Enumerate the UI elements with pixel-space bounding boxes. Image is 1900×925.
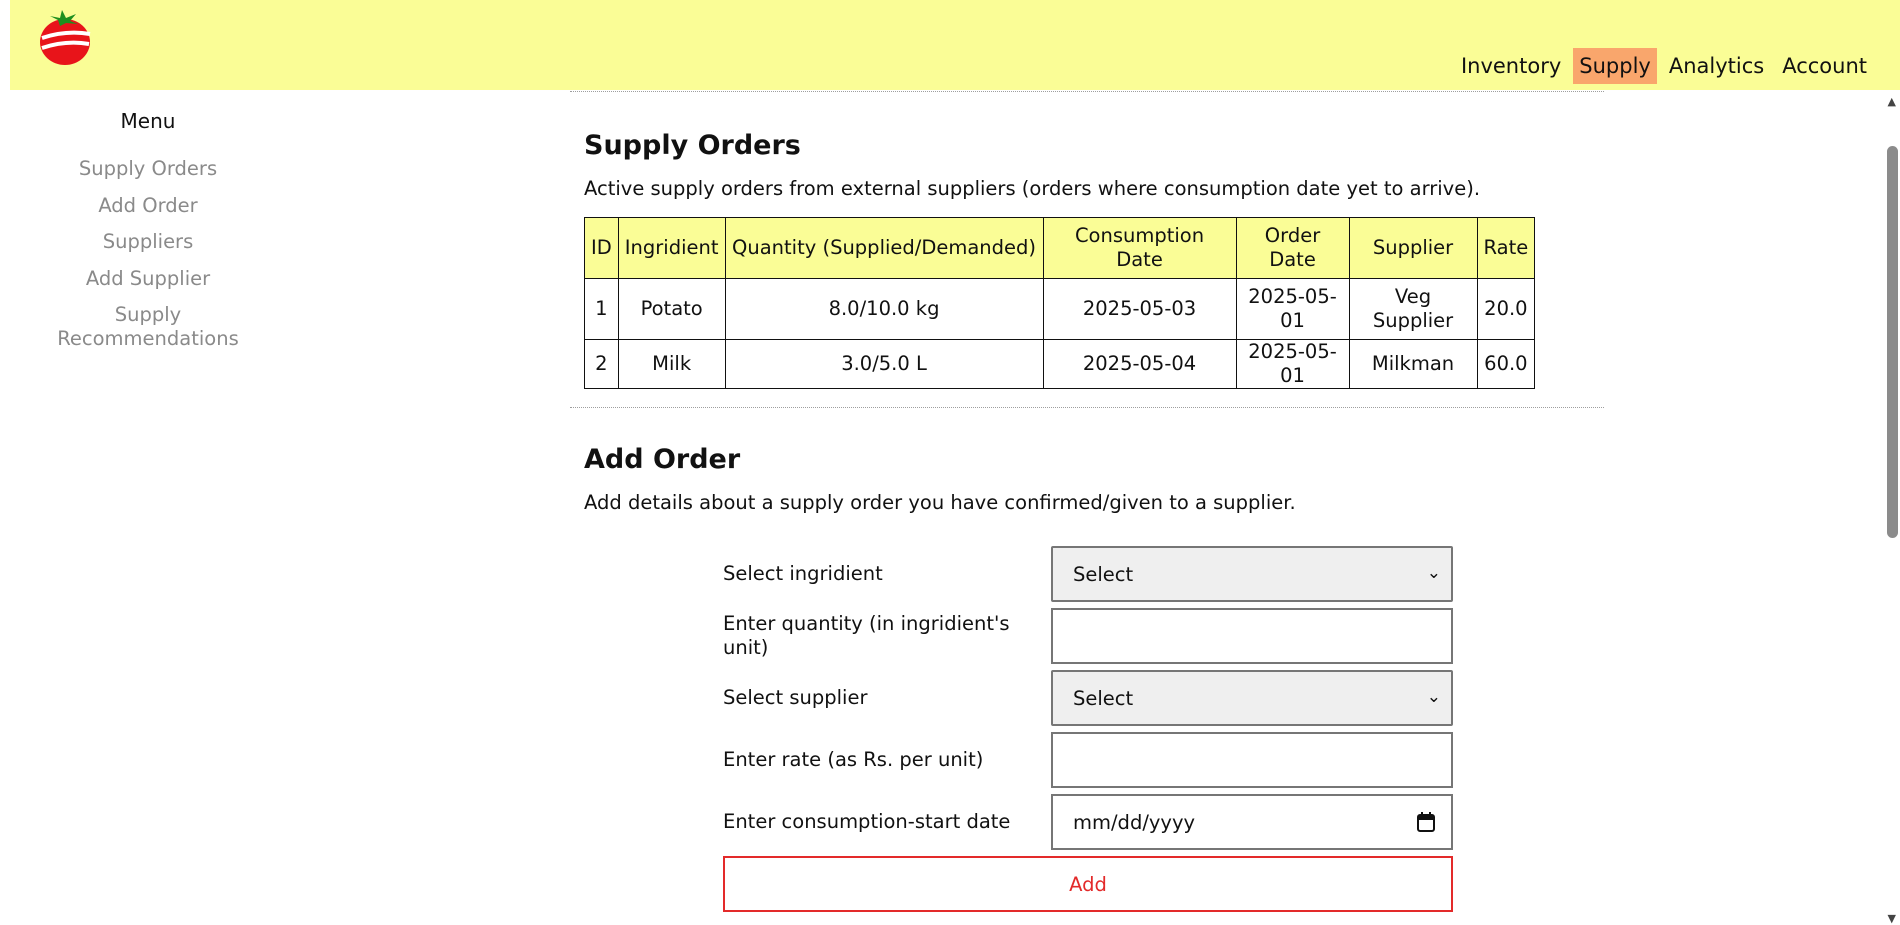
col-ingredient: Ingridient [617,217,726,279]
sidebar-menu: Menu Supply Orders Add Order Suppliers A… [0,90,296,364]
ingredient-select-value: Select [1073,562,1134,586]
cell-supplier: Veg Supplier [1348,278,1478,340]
section-divider [570,91,1604,92]
table-row: 1 Potato 8.0/10.0 kg 2025-05-03 2025-05-… [584,278,1536,340]
chevron-down-icon: ⌄ [1426,687,1441,707]
quantity-label: Enter quantity (in ingridient's unit) [723,612,1010,659]
calendar-icon[interactable] [1417,812,1435,832]
cell-rate: 60.0 [1476,339,1536,389]
cell-consumption-date: 2025-05-03 [1042,278,1237,340]
rate-input[interactable] [1051,732,1453,788]
col-consumption-date: Consumption Date [1042,217,1237,279]
form-row-rate: Enter rate (as Rs. per unit) [723,732,1453,788]
quantity-input[interactable] [1051,608,1453,664]
sidebar-item-add-supplier[interactable]: Add Supplier [33,267,263,291]
date-label: Enter consumption-start date [723,810,1011,833]
add-order-description: Add details about a supply order you hav… [584,491,1296,514]
form-row-ingredient: Select ingridient Select ⌄ [723,546,1453,602]
consumption-date-input[interactable]: mm/dd/yyyy [1051,794,1453,850]
scrollbar-thumb[interactable] [1887,146,1898,538]
table-row: 2 Milk 3.0/5.0 L 2025-05-04 2025-05-01 M… [584,339,1536,389]
cell-order-date: 2025-05-01 [1235,339,1350,389]
ingredient-label: Select ingridient [723,562,883,585]
rate-label: Enter rate (as Rs. per unit) [723,748,984,771]
top-nav: Inventory Supply Analytics Account [1449,48,1873,84]
table-header-row: ID Ingridient Quantity (Supplied/Demande… [584,217,1536,279]
section-divider [570,407,1604,408]
supplier-label: Select supplier [723,686,868,709]
cell-id: 2 [584,339,619,389]
date-placeholder: mm/dd/yyyy [1073,810,1196,834]
cell-id: 1 [584,278,619,340]
menu-title: Menu [120,109,176,133]
nav-inventory[interactable]: Inventory [1455,48,1567,84]
col-quantity: Quantity (Supplied/Demanded) [724,217,1044,279]
cell-supplier: Milkman [1348,339,1478,389]
supply-orders-section: Supply Orders Active supply orders from … [570,129,1604,389]
col-rate: Rate [1476,217,1536,279]
tomato-logo-icon[interactable] [28,4,98,68]
supply-orders-table: ID Ingridient Quantity (Supplied/Demande… [584,217,1536,389]
nav-supply[interactable]: Supply [1573,48,1657,84]
col-order-date: Order Date [1235,217,1350,279]
sidebar-item-suppliers[interactable]: Suppliers [33,230,263,254]
cell-quantity: 3.0/5.0 L [724,339,1044,389]
nav-analytics[interactable]: Analytics [1663,48,1770,84]
col-id: ID [584,217,619,279]
add-order-title: Add Order [584,444,741,475]
form-row-quantity: Enter quantity (in ingridient's unit) [723,608,1453,664]
sidebar-item-add-order[interactable]: Add Order [33,194,263,218]
col-supplier: Supplier [1348,217,1478,279]
nav-account[interactable]: Account [1776,48,1873,84]
scroll-down-arrow-icon[interactable]: ▼ [1888,912,1896,925]
scroll-up-arrow-icon[interactable]: ▲ [1888,95,1896,108]
supplier-select-value: Select [1073,686,1134,710]
sidebar-item-supply-recommendations[interactable]: Supply Recommendations [33,303,263,351]
supplier-select[interactable]: Select ⌄ [1051,670,1453,726]
add-order-section: Add Order Add details about a supply ord… [570,443,1604,516]
cell-ingredient: Potato [617,278,726,340]
cell-quantity: 8.0/10.0 kg [724,278,1044,340]
main-content: Supply Orders Active supply orders from … [570,91,1604,516]
form-row-supplier: Select supplier Select ⌄ [723,670,1453,726]
sidebar-item-supply-orders[interactable]: Supply Orders [33,157,263,181]
cell-consumption-date: 2025-05-04 [1042,339,1237,389]
cell-ingredient: Milk [617,339,726,389]
top-header: Inventory Supply Analytics Account [10,0,1900,90]
supply-orders-title: Supply Orders [584,130,801,161]
add-order-form: Select ingridient Select ⌄ Enter quantit… [723,546,1453,912]
chevron-down-icon: ⌄ [1426,563,1441,583]
cell-rate: 20.0 [1476,278,1536,340]
cell-order-date: 2025-05-01 [1235,278,1350,340]
add-order-button[interactable]: Add [723,856,1453,912]
ingredient-select[interactable]: Select ⌄ [1051,546,1453,602]
supply-orders-description: Active supply orders from external suppl… [584,177,1481,200]
form-row-date: Enter consumption-start date mm/dd/yyyy [723,794,1453,850]
